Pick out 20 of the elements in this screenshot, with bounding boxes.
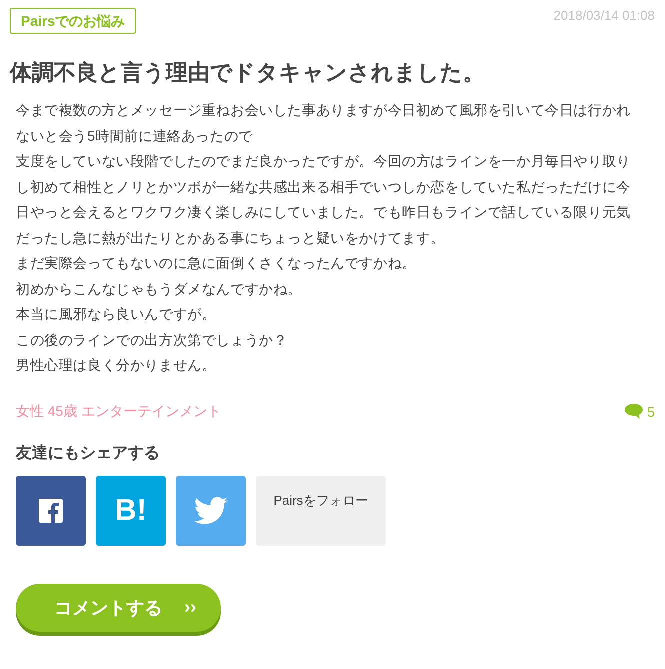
facebook-icon	[39, 498, 63, 522]
post-title: 体調不良と言う理由でドタキャンされました。	[10, 59, 486, 87]
body-paragraph: 本当に風邪なら良いんですが。	[16, 305, 218, 324]
author-info[interactable]: 女性 45歳 エンターテインメント	[16, 402, 222, 420]
body-paragraph: まだ実際会ってもないのに急に面倒くさくなったんですかね。	[16, 254, 418, 273]
follow-share-button[interactable]: Pairsをフォロー	[256, 476, 386, 546]
body-paragraph: 初めからこんなじゃもうダメなんですかね。	[16, 280, 303, 298]
speech-bubble-icon	[625, 404, 644, 419]
body-paragraph: 支度をしていない段階でしたのでまだ良かったですが。今回の方はラインを一か月毎日やり取りし初めて相性とノリとかツボが一緒な共感出来る相手でいつしか恋をしていた私だっただけに今日やっと会えるとワクワク凄く楽しみにしていました。でも昨日もラインで話している限り元気だったし急に熱が出たりとかある事にちょっと疑いをかけてます。	[16, 152, 632, 248]
category-tag[interactable]: Pairsでのお悩み	[10, 8, 136, 34]
bird-icon	[194, 496, 228, 524]
share-heading: 友達にもシェアする	[16, 444, 161, 464]
comment-button[interactable]: コメントする ››	[16, 584, 221, 632]
hatena-share-button[interactable]: B!	[96, 476, 166, 546]
body-paragraph: 男性心理は良く分かりません。	[16, 356, 218, 375]
comment-count: 5	[647, 404, 655, 420]
post-date: 2018/03/14 01:08	[554, 8, 655, 23]
body-paragraph: 今まで複数の方とメッセージ重ねお会いした事ありますが今日初めて風邪を引いて今日は行かれないと会う5時間前に連絡あったので	[16, 101, 632, 146]
body-paragraph: この後のラインでの出方次第でしょうか？	[16, 330, 289, 350]
facebook-share-button[interactable]	[16, 476, 86, 546]
